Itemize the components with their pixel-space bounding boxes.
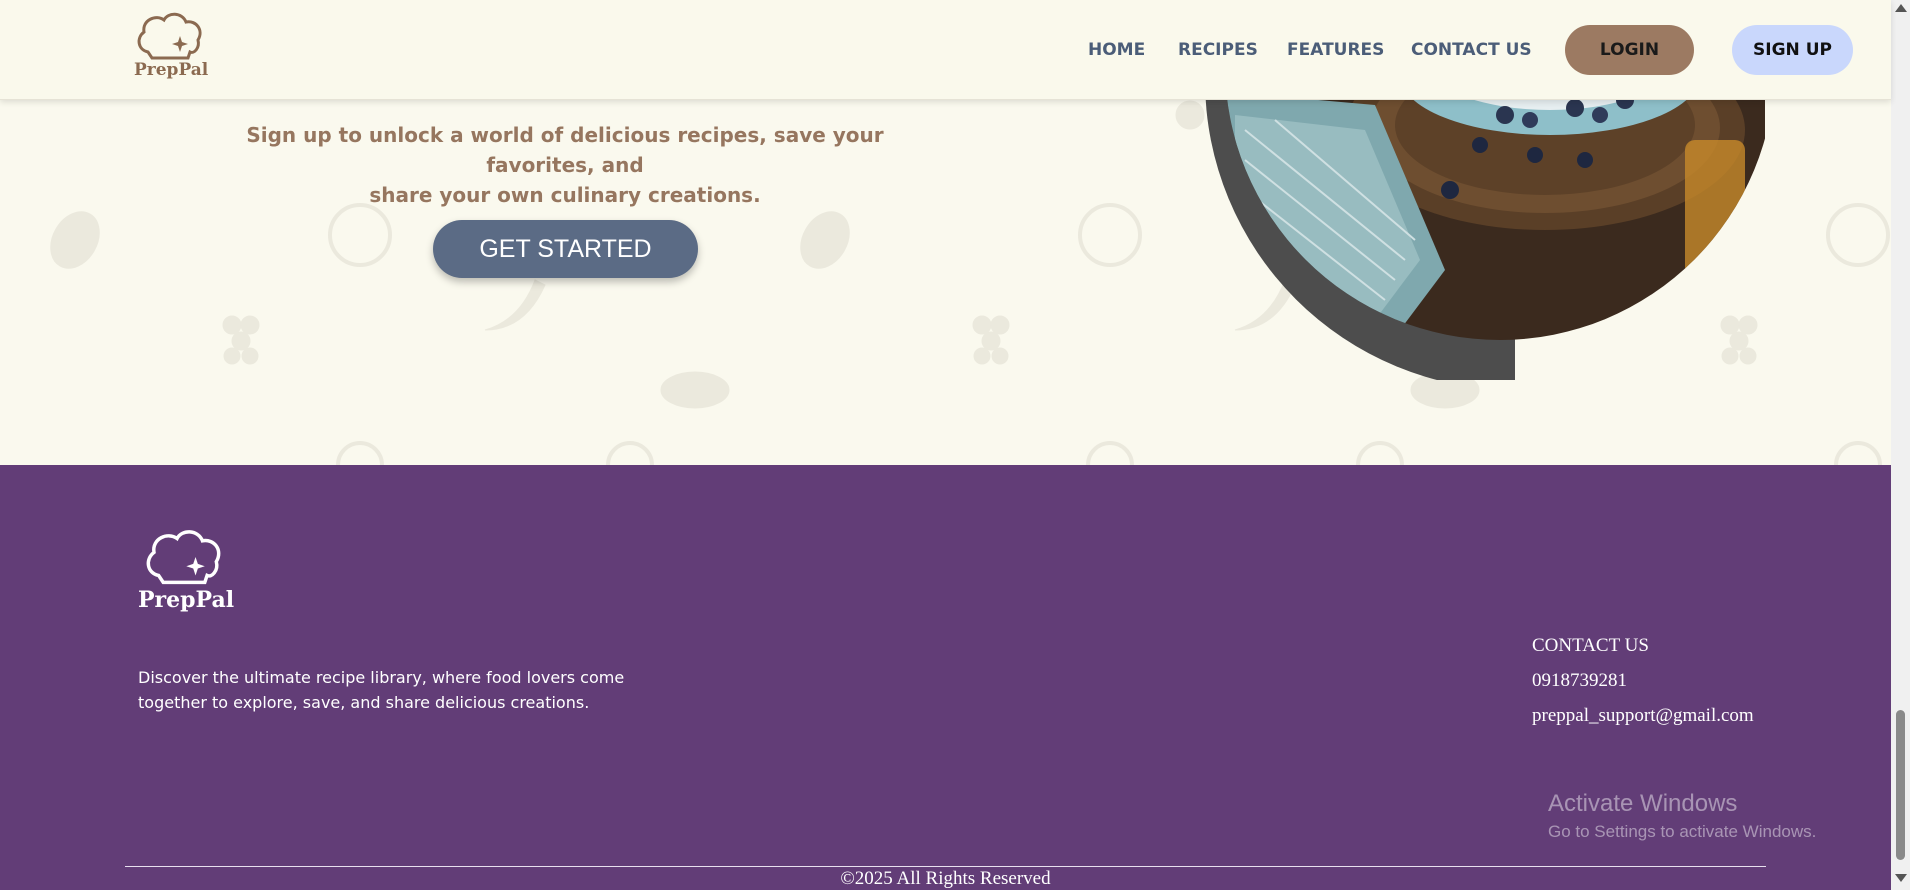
hero-subtitle: Sign up to unlock a world of delicious r… [200, 120, 930, 210]
page-scrollbar[interactable] [1891, 0, 1910, 890]
footer-contact-title: CONTACT US [1532, 635, 1649, 656]
nav-home[interactable]: HOME [1088, 40, 1145, 60]
signup-button[interactable]: SIGN UP [1732, 25, 1853, 75]
scrollbar-thumb[interactable] [1896, 710, 1905, 860]
footer-logo: PrepPal [138, 527, 235, 621]
watermark-subtitle: Go to Settings to activate Windows. [1548, 822, 1817, 841]
hero-subtitle-line2: share your own culinary creations. [369, 183, 761, 207]
nav-recipes[interactable]: RECIPES [1178, 40, 1258, 60]
site-header: PrepPal HOME RECIPES FEATURES CONTACT US… [0, 0, 1891, 100]
brand-logo[interactable]: PrepPal [134, 10, 209, 84]
footer-brand-name: PrepPal [138, 587, 235, 613]
login-button[interactable]: LOGIN [1565, 25, 1694, 75]
chef-hat-icon [137, 12, 202, 60]
scroll-up-arrow-icon[interactable] [1895, 4, 1907, 12]
footer-divider [125, 866, 1766, 867]
brand-name: PrepPal [134, 60, 209, 80]
footer-description-line2: together to explore, save, and share del… [138, 693, 590, 712]
activate-windows-watermark: Activate Windows Go to Settings to activ… [1548, 790, 1816, 842]
chef-hat-icon [146, 530, 221, 585]
nav-contact-us[interactable]: CONTACT US [1411, 40, 1532, 60]
footer-phone: 0918739281 [1532, 670, 1627, 691]
scroll-down-arrow-icon[interactable] [1895, 874, 1907, 882]
watermark-title: Activate Windows [1548, 790, 1738, 817]
footer-description: Discover the ultimate recipe library, wh… [138, 665, 658, 715]
hero-subtitle-line1: Sign up to unlock a world of delicious r… [246, 123, 884, 177]
footer-contact: CONTACT US 0918739281 preppal_support@gm… [1532, 635, 1754, 740]
footer-email[interactable]: preppal_support@gmail.com [1532, 705, 1754, 727]
footer-copyright: ©2025 All Rights Reserved [840, 868, 1051, 889]
nav-features[interactable]: FEATURES [1287, 40, 1384, 60]
footer-description-line1: Discover the ultimate recipe library, wh… [138, 668, 625, 687]
get-started-button[interactable]: GET STARTED [433, 220, 698, 278]
